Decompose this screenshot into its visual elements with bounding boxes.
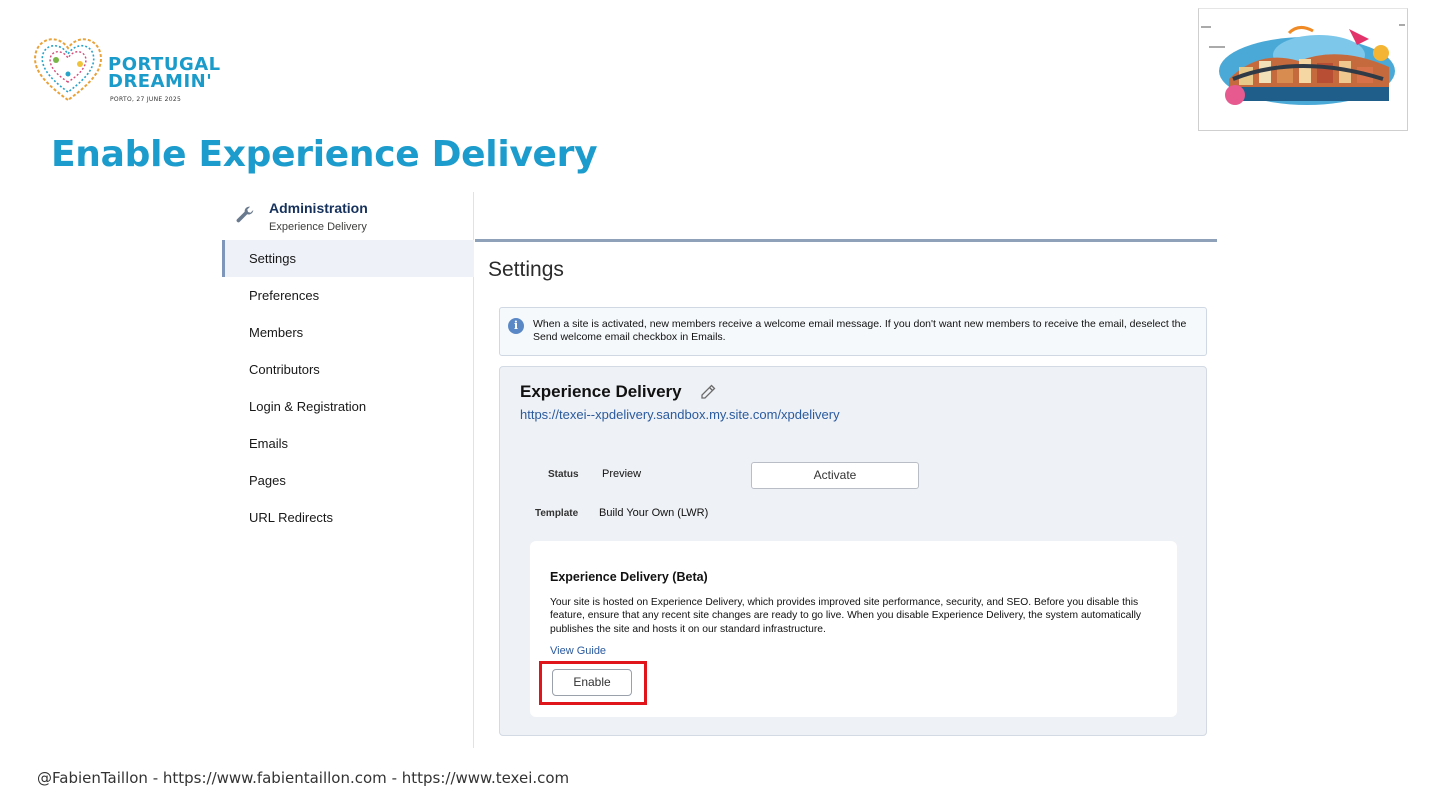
- heart-map-icon: [34, 38, 102, 102]
- pencil-icon[interactable]: [700, 384, 716, 400]
- enable-button[interactable]: Enable: [552, 669, 632, 696]
- site-name: Experience Delivery: [520, 382, 682, 401]
- slide-title: Enable Experience Delivery: [51, 134, 598, 175]
- beta-title: Experience Delivery (Beta): [550, 570, 708, 584]
- sidebar-item-members[interactable]: Members: [222, 314, 474, 351]
- activate-button[interactable]: Activate: [751, 462, 919, 489]
- view-guide-link[interactable]: View Guide: [550, 645, 606, 657]
- sidebar-item-settings[interactable]: Settings: [222, 240, 474, 277]
- sidebar-item-login-registration[interactable]: Login & Registration: [222, 388, 474, 425]
- portugal-dreamin-logo: PORTUGAL DREAMIN' PORTO, 27 JUNE 2025: [30, 30, 220, 108]
- logo-line-2: DREAMIN': [108, 71, 213, 92]
- wrench-icon: [236, 206, 254, 223]
- admin-header: Administration Experience Delivery: [222, 192, 474, 240]
- site-url-link[interactable]: https://texei--xpdelivery.sandbox.my.sit…: [520, 407, 840, 422]
- admin-sidebar: Administration Experience Delivery Setti…: [222, 192, 474, 748]
- admin-subtitle: Experience Delivery: [269, 221, 367, 233]
- experience-builder-settings-screenshot: Administration Experience Delivery Setti…: [222, 192, 1217, 748]
- info-message: When a site is activated, new members re…: [533, 318, 1187, 343]
- beta-description: Your site is hosted on Experience Delive…: [550, 597, 1142, 635]
- logo-date: PORTO, 27 JUNE 2025: [110, 96, 182, 103]
- sidebar-item-preferences[interactable]: Preferences: [222, 277, 474, 314]
- header-divider: [475, 239, 1217, 242]
- settings-main: Settings i When a site is activated, new…: [475, 192, 1217, 748]
- sidebar-item-url-redirects[interactable]: URL Redirects: [222, 499, 474, 536]
- slide-footer: @FabienTaillon - https://www.fabientaill…: [37, 769, 570, 787]
- status-value: Preview: [602, 468, 642, 480]
- page-title: Settings: [488, 258, 564, 281]
- admin-title: Administration: [269, 200, 368, 216]
- experience-delivery-beta-panel: Experience Delivery (Beta) Your site is …: [530, 541, 1177, 717]
- info-banner: i When a site is activated, new members …: [499, 307, 1207, 356]
- sidebar-item-contributors[interactable]: Contributors: [222, 351, 474, 388]
- site-card: Experience Delivery https://texei--xpdel…: [499, 366, 1207, 736]
- info-icon: i: [508, 318, 524, 334]
- sidebar-item-emails[interactable]: Emails: [222, 425, 474, 462]
- admin-nav: Settings Preferences Members Contributor…: [222, 240, 474, 536]
- sidebar-item-pages[interactable]: Pages: [222, 462, 474, 499]
- template-label: Template: [535, 508, 579, 519]
- porto-illustration: [1198, 8, 1408, 131]
- template-value: Build Your Own (LWR): [599, 507, 709, 519]
- status-label: Status: [548, 469, 579, 480]
